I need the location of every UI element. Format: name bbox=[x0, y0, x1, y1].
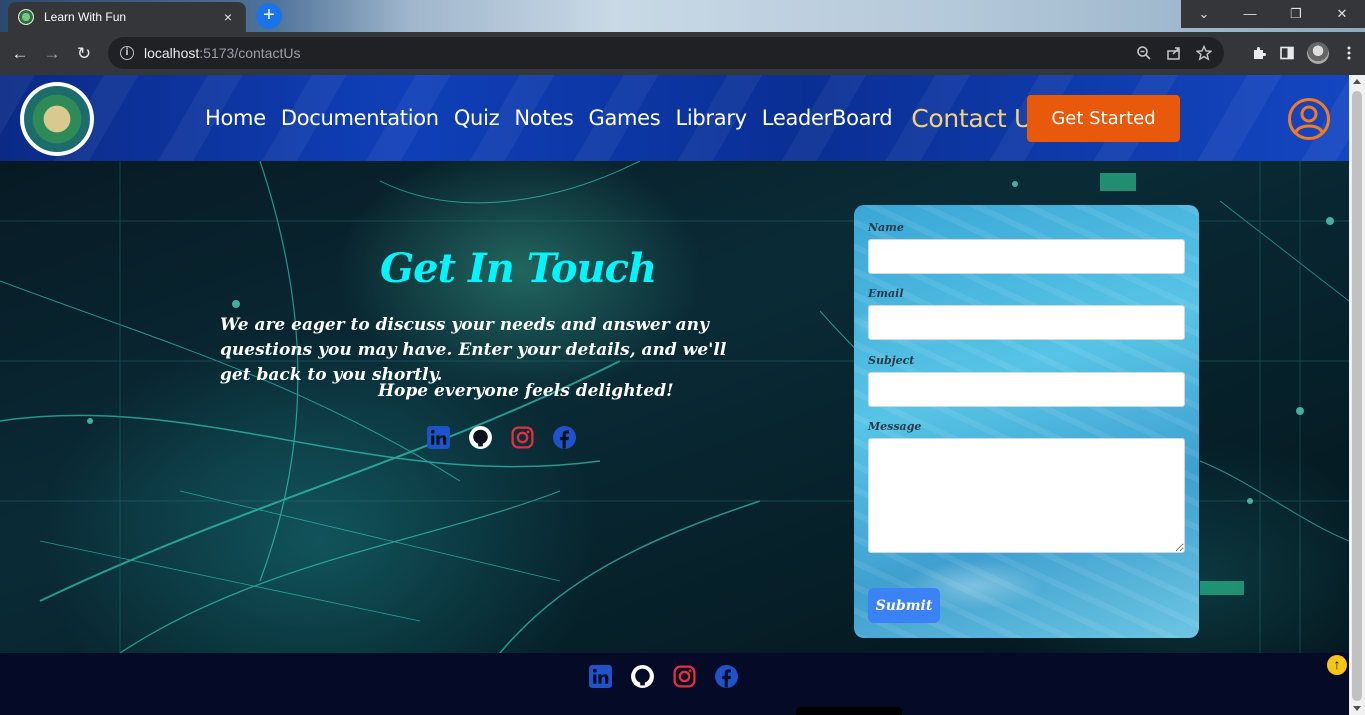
instagram-icon[interactable] bbox=[510, 425, 535, 450]
user-account-icon[interactable] bbox=[1287, 97, 1331, 141]
message-label: Message bbox=[868, 420, 922, 433]
back-button[interactable]: ← bbox=[4, 38, 36, 70]
facebook-icon[interactable] bbox=[552, 425, 577, 450]
tab-title: Learn With Fun bbox=[44, 10, 127, 24]
linkedin-icon[interactable] bbox=[588, 664, 613, 689]
name-input[interactable] bbox=[868, 239, 1185, 274]
linkedin-icon[interactable] bbox=[426, 425, 451, 450]
bookmark-star-icon[interactable] bbox=[1196, 45, 1212, 61]
instagram-icon[interactable] bbox=[672, 664, 697, 689]
site-header: Home Documentation Quiz Notes Games Libr… bbox=[0, 75, 1349, 161]
restore-button[interactable]: ❐ bbox=[1273, 0, 1319, 28]
github-icon[interactable] bbox=[468, 425, 493, 450]
nav-quiz[interactable]: Quiz bbox=[454, 106, 500, 130]
contact-section: Get In Touch We are eager to discuss you… bbox=[0, 161, 1349, 653]
tab-close-button[interactable]: × bbox=[220, 9, 236, 25]
scroll-up-arrow-icon[interactable] bbox=[1353, 79, 1361, 84]
favicon-icon bbox=[18, 9, 34, 25]
new-tab-button[interactable]: + bbox=[256, 3, 282, 29]
site-logo[interactable] bbox=[20, 82, 94, 156]
address-bar[interactable]: i localhost:5173/contactUs bbox=[108, 37, 1224, 69]
name-label: Name bbox=[868, 221, 904, 234]
logo-emblem bbox=[24, 86, 90, 152]
nav-notes[interactable]: Notes bbox=[514, 106, 573, 130]
contact-form: Name Email Subject Message Submit bbox=[854, 205, 1199, 638]
zoom-icon[interactable] bbox=[1136, 45, 1152, 61]
message-textarea[interactable] bbox=[868, 438, 1185, 553]
github-icon[interactable] bbox=[630, 664, 655, 689]
contact-socials bbox=[426, 425, 577, 450]
subject-input[interactable] bbox=[868, 372, 1185, 407]
contact-tagline: Hope everyone feels delighted! bbox=[378, 381, 674, 401]
browser-toolbar: ← → ↻ i localhost:5173/contactUs bbox=[0, 32, 1365, 75]
facebook-icon[interactable] bbox=[714, 664, 739, 689]
extensions-icon[interactable] bbox=[1251, 45, 1267, 61]
menu-icon[interactable] bbox=[1341, 45, 1357, 61]
email-input[interactable] bbox=[868, 305, 1185, 340]
get-started-button[interactable]: Get Started bbox=[1027, 95, 1180, 142]
nav-home[interactable]: Home bbox=[205, 106, 266, 130]
nav-documentation[interactable]: Documentation bbox=[281, 106, 439, 130]
nav-library[interactable]: Library bbox=[675, 106, 747, 130]
main-nav: Home Documentation Quiz Notes Games Libr… bbox=[205, 75, 1045, 161]
share-icon[interactable] bbox=[1166, 45, 1182, 61]
nav-leaderboard[interactable]: LeaderBoard bbox=[762, 106, 893, 130]
page-title: Get In Touch bbox=[380, 245, 657, 292]
side-panel-icon[interactable] bbox=[1279, 45, 1295, 61]
submit-button[interactable]: Submit bbox=[868, 588, 940, 623]
forward-button[interactable]: → bbox=[36, 38, 68, 70]
site-footer bbox=[0, 653, 1349, 715]
minimize-button[interactable]: — bbox=[1227, 0, 1273, 28]
contact-description: We are eager to discuss your needs and a… bbox=[220, 315, 727, 385]
subject-label: Subject bbox=[868, 354, 915, 367]
browser-tab-strip: Learn With Fun × + ⌄ — ❐ ✕ bbox=[0, 0, 1365, 32]
nav-contact-us[interactable]: Contact Us bbox=[911, 104, 1045, 133]
footer-socials bbox=[588, 664, 739, 689]
site-info-icon[interactable]: i bbox=[120, 46, 134, 60]
tab-search-button[interactable]: ⌄ bbox=[1181, 0, 1227, 28]
page-scrollbar[interactable] bbox=[1349, 75, 1365, 715]
url-host: localhost bbox=[144, 45, 200, 61]
scrollbar-thumb[interactable] bbox=[1352, 91, 1362, 701]
footer-tab bbox=[796, 707, 902, 715]
nav-games[interactable]: Games bbox=[588, 106, 660, 130]
profile-avatar[interactable] bbox=[1307, 42, 1329, 64]
scroll-down-arrow-icon[interactable] bbox=[1353, 706, 1361, 711]
email-label: Email bbox=[868, 287, 904, 300]
browser-tab[interactable]: Learn With Fun × bbox=[8, 2, 246, 32]
scroll-to-top-button[interactable]: ↑ bbox=[1327, 655, 1347, 675]
close-window-button[interactable]: ✕ bbox=[1319, 0, 1365, 28]
url-path: :5173/contactUs bbox=[199, 45, 301, 61]
reload-button[interactable]: ↻ bbox=[68, 38, 100, 70]
